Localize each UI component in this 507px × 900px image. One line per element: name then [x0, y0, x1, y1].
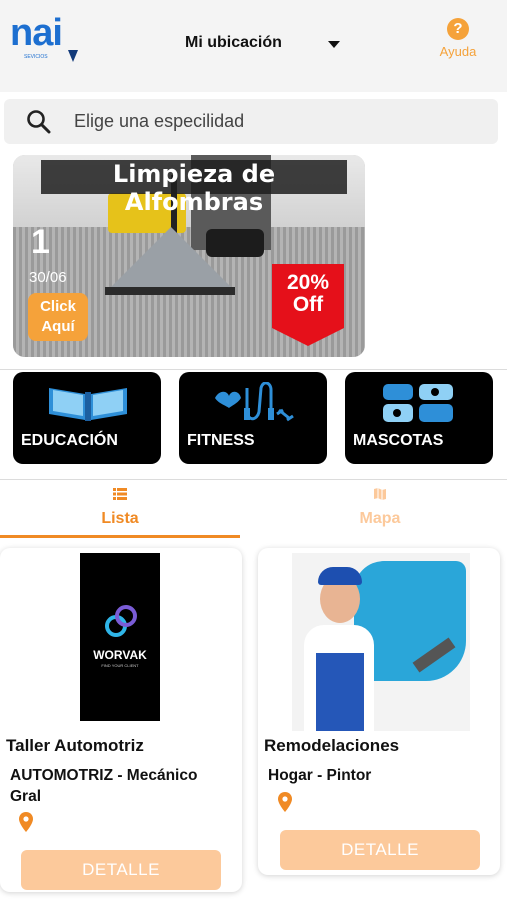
question-circle-icon: ?: [447, 18, 469, 40]
location-pin-icon[interactable]: [278, 792, 292, 812]
banner-cta-line1: Click: [40, 298, 76, 315]
category-label: MASCOTAS: [353, 432, 444, 449]
listing-card[interactable]: WORVAK FIND YOUR CLIENT Taller Automotri…: [0, 548, 242, 892]
category-label: FITNESS: [187, 432, 255, 449]
map-icon: [374, 488, 386, 500]
logo-subtext: SEVICIOS: [24, 54, 48, 60]
banner-nozzle-base: [105, 287, 235, 295]
search-input[interactable]: [74, 99, 474, 144]
chevron-down-icon[interactable]: [328, 41, 340, 48]
pets-icon: [383, 384, 453, 422]
listing-image: [292, 553, 470, 731]
painter-overall: [316, 653, 364, 731]
listing-card[interactable]: Remodelaciones Hogar - Pintor DETALLE: [258, 548, 500, 875]
worvak-brand: WORVAK: [93, 648, 147, 662]
divider: [0, 369, 507, 370]
banner-cta-line2: Aquí: [41, 318, 75, 335]
book-icon: [49, 388, 127, 421]
help-button[interactable]: ? Ayuda: [436, 18, 480, 59]
listing-category: AUTOMOTRIZ - Mecánico Gral: [10, 767, 198, 805]
banner-slide-index: 1: [31, 223, 50, 261]
logo-text: nai: [10, 12, 63, 54]
detail-button[interactable]: DETALLE: [21, 850, 221, 890]
help-label: Ayuda: [439, 44, 477, 59]
logo-pin-icon: [68, 50, 78, 62]
discount-off: Off: [292, 293, 324, 316]
location-pin-icon[interactable]: [19, 812, 33, 832]
category-label: EDUCACIÓN: [21, 432, 118, 449]
promo-banner[interactable]: Limpieza de Alfombras 1 30/06 Click Aquí…: [13, 155, 365, 357]
category-fitness[interactable]: FITNESS: [179, 372, 327, 464]
worvak-tagline: FIND YOUR CLIENT: [101, 663, 139, 668]
search-bar[interactable]: [4, 99, 498, 144]
jump-rope-icon: [215, 382, 294, 422]
painter-cap: [318, 567, 362, 585]
discount-percent: 20%: [286, 271, 330, 294]
category-mascotas[interactable]: MASCOTAS: [345, 372, 493, 464]
banner-date: 30/06: [29, 269, 67, 286]
banner-vacuum-nozzle: [109, 227, 233, 289]
banner-title: Limpieza de Alfombras: [112, 160, 276, 216]
discount-badge-tip: [272, 328, 344, 346]
discount-badge: 20% Off: [272, 264, 344, 328]
app-header: nai SEVICIOS Mi ubicación ? Ayuda: [0, 0, 507, 92]
active-tab-indicator: [0, 535, 240, 538]
list-icon: [113, 488, 127, 500]
listing-title: Remodelaciones: [264, 736, 400, 755]
worvak-logo-icon: [105, 605, 137, 637]
listing-image: WORVAK FIND YOUR CLIENT: [80, 553, 160, 721]
location-selector[interactable]: Mi ubicación: [185, 34, 282, 52]
search-icon: [27, 110, 51, 134]
tab-label: Mapa: [359, 510, 401, 527]
banner-cta-button[interactable]: Click Aquí: [28, 293, 88, 341]
tab-mapa[interactable]: Mapa: [260, 488, 500, 538]
listing-title: Taller Automotriz: [6, 736, 144, 755]
category-educacion[interactable]: EDUCACIÓN: [13, 372, 161, 464]
tab-label: Lista: [101, 510, 139, 527]
app-logo[interactable]: nai SEVICIOS: [10, 12, 82, 66]
listing-category: Hogar - Pintor: [268, 767, 372, 784]
detail-button[interactable]: DETALLE: [280, 830, 480, 870]
divider: [0, 479, 507, 480]
tab-lista[interactable]: Lista: [0, 488, 240, 538]
